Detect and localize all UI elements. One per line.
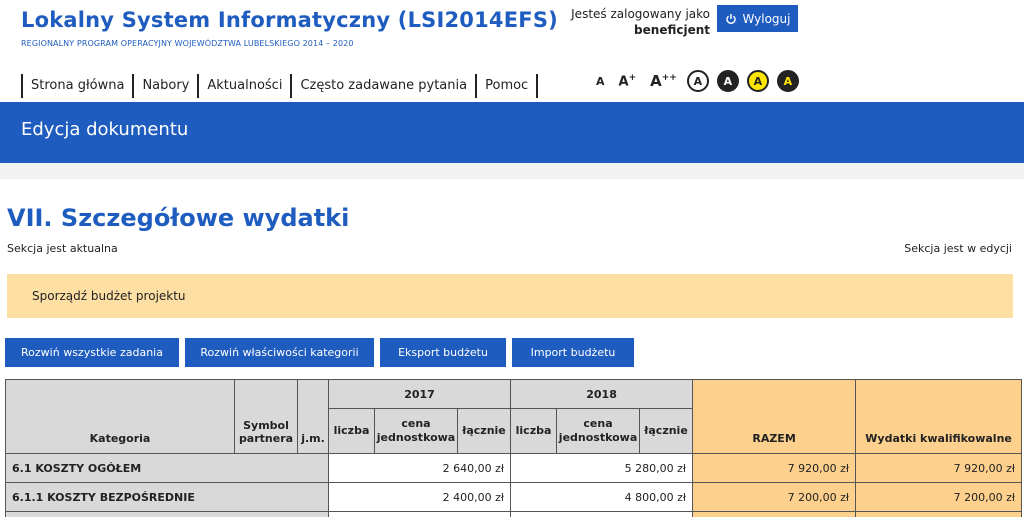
row-qualified: 7 200,00 zł [855,482,1023,512]
col-header-razem: RAZEM [692,379,857,454]
table-row[interactable]: 6.1 KOSZTY OGÓŁEM 2 640,00 zł 5 280,00 z… [5,453,1023,483]
col-header-category: Kategoria [5,379,235,454]
row-category: 6.1 KOSZTY OGÓŁEM [5,453,329,483]
col-header-qualified-expenses: Wydatki kwalifikowalne [855,379,1023,454]
row-total-2018 [510,511,694,517]
alert-text: Sporządź budżet projektu [32,289,186,303]
accessibility-controls: A A+ A++ A A A A [596,70,807,92]
col-header-unit: j.m. [297,379,329,454]
col-header-total-2017: łącznie [456,408,512,454]
contrast-black-white-button[interactable]: A [716,70,739,92]
col-header-count-2017: liczba [328,408,375,454]
row-total-2017: 2 400,00 zł [327,482,512,512]
row-razem: 7 200,00 zł [692,482,857,512]
import-budget-button[interactable]: Import budżetu [512,338,634,367]
col-header-total-2018: łącznie [639,408,694,454]
row-total-2018: 4 800,00 zł [510,482,694,512]
budget-table: Kategoria Symbol partnera j.m. 2017 2018… [5,379,1023,517]
row-total-2018: 5 280,00 zł [510,453,694,483]
contrast-yellow-black-button[interactable]: A [746,70,769,92]
font-size-larger-sup: + [628,72,637,83]
row-category: 6.1.1 KOSZTY BEZPOŚREDNIE [5,482,329,512]
contrast-default-button[interactable]: A [686,70,709,92]
logged-as-label: Jesteś zalogowany jako [571,7,710,21]
expand-category-properties-button[interactable]: Rozwiń właściwości kategorii [185,338,374,367]
table-row[interactable] [5,511,1023,517]
font-size-largest-button[interactable]: A++ [650,72,677,90]
logout-label: Wyloguj [742,11,791,26]
app-subtitle: REGIONALNY PROGRAM OPERACYJNY WOJEWÓDZTW… [21,39,354,48]
row-qualified: 7 920,00 zł [855,453,1023,483]
nav-item-home[interactable]: Strona główna [21,74,132,98]
col-header-partner-symbol: Symbol partnera [234,379,298,454]
export-budget-button[interactable]: Eksport budżetu [380,338,506,367]
username: beneficjent [634,23,710,37]
font-size-larger-label: A [618,74,629,90]
action-buttons: Rozwiń wszystkie zadania Rozwiń właściwo… [5,338,634,367]
section-status-current: Sekcja jest aktualna [7,242,118,255]
nav-item-news[interactable]: Aktualności [197,74,290,98]
power-icon [725,13,736,24]
row-razem: 7 920,00 zł [692,453,857,483]
expand-all-tasks-button[interactable]: Rozwiń wszystkie zadania [5,338,179,367]
login-info: Jesteś zalogowany jako beneficjent [571,6,710,38]
col-header-unit-price-2018: cena jednostkowa [556,408,641,454]
info-alert: Sporządź budżet projektu [7,274,1013,318]
row-qualified [855,511,1023,517]
nav-item-calls[interactable]: Nabory [132,74,197,98]
section-title: VII. Szczegółowe wydatki [7,204,350,232]
contrast-black-yellow-button[interactable]: A [776,70,799,92]
logout-button[interactable]: Wyloguj [717,5,798,32]
nav-item-faq[interactable]: Często zadawane pytania [290,74,475,98]
col-header-unit-price-2017: cena jednostkowa [374,408,458,454]
row-category [5,511,329,517]
font-size-normal-button[interactable]: A [596,75,605,88]
page-banner: Edycja dokumentu [0,102,1024,163]
col-header-count-2018: liczba [510,408,558,454]
table-row[interactable]: 6.1.1 KOSZTY BEZPOŚREDNIE 2 400,00 zł 4 … [5,482,1023,512]
app-title: Lokalny System Informatyczny (LSI2014EFS… [21,8,558,32]
nav-item-help[interactable]: Pomoc [475,74,539,98]
font-size-largest-label: A [650,72,662,90]
font-size-largest-sup: ++ [661,73,677,83]
col-header-year-2018: 2018 [510,379,694,409]
font-size-larger-button[interactable]: A+ [619,73,637,89]
row-total-2017: 2 640,00 zł [327,453,512,483]
banner-shadow-band [0,163,1024,179]
row-total-2017 [327,511,512,517]
row-razem [692,511,857,517]
main-nav: Strona główna Nabory Aktualności Często … [21,74,539,98]
section-status-editing: Sekcja jest w edycji [904,242,1012,255]
col-header-year-2017: 2017 [327,379,512,409]
page-title: Edycja dokumentu [21,119,189,140]
